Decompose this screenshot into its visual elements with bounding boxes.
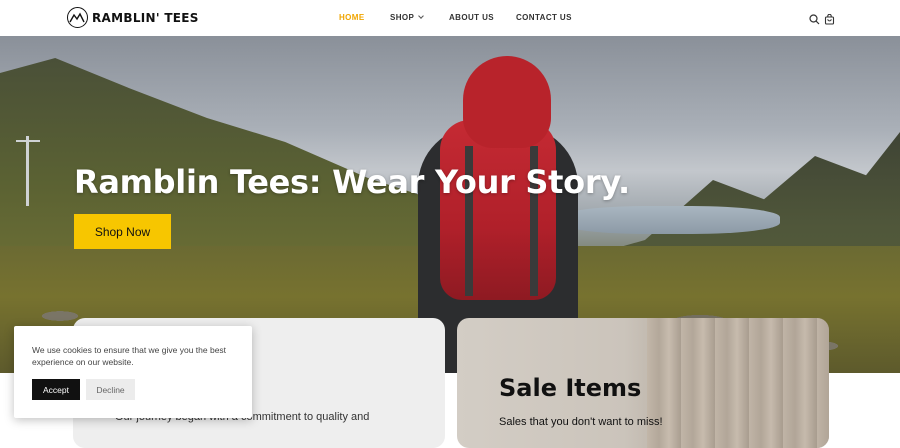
site-header: RAMBLIN' TEES HOME SHOP ABOUT US CONTACT… [0, 0, 900, 36]
hero-title: Ramblin Tees: Wear Your Story. [74, 163, 630, 201]
cookie-decline-button[interactable]: Decline [86, 379, 135, 400]
mountain-logo-icon [67, 7, 88, 28]
brand-logo[interactable]: RAMBLIN' TEES [67, 7, 199, 28]
shop-now-button[interactable]: Shop Now [74, 214, 171, 249]
cookie-message: We use cookies to ensure that we give yo… [32, 345, 227, 367]
sale-items-subtitle: Sales that you don't want to miss! [499, 416, 663, 428]
nav-item-home[interactable]: HOME [339, 13, 365, 22]
nav-item-about[interactable]: ABOUT US [449, 13, 494, 22]
nav-item-shop-label: SHOP [390, 13, 415, 22]
hero-power-pole-arm [16, 140, 40, 142]
brand-name: RAMBLIN' TEES [92, 10, 199, 25]
sale-items-title: Sale Items [499, 374, 642, 402]
chevron-down-icon [418, 13, 425, 19]
cookie-accept-button[interactable]: Accept [32, 379, 80, 400]
hiker-hood [463, 56, 551, 148]
cart-icon[interactable] [824, 12, 835, 30]
nav-item-contact[interactable]: CONTACT US [516, 13, 572, 22]
hero-fjord [560, 206, 780, 234]
search-icon[interactable] [809, 12, 820, 30]
hero-power-pole [26, 136, 29, 206]
cookie-banner: We use cookies to ensure that we give yo… [14, 326, 252, 418]
nav-item-shop[interactable]: SHOP [390, 13, 425, 22]
